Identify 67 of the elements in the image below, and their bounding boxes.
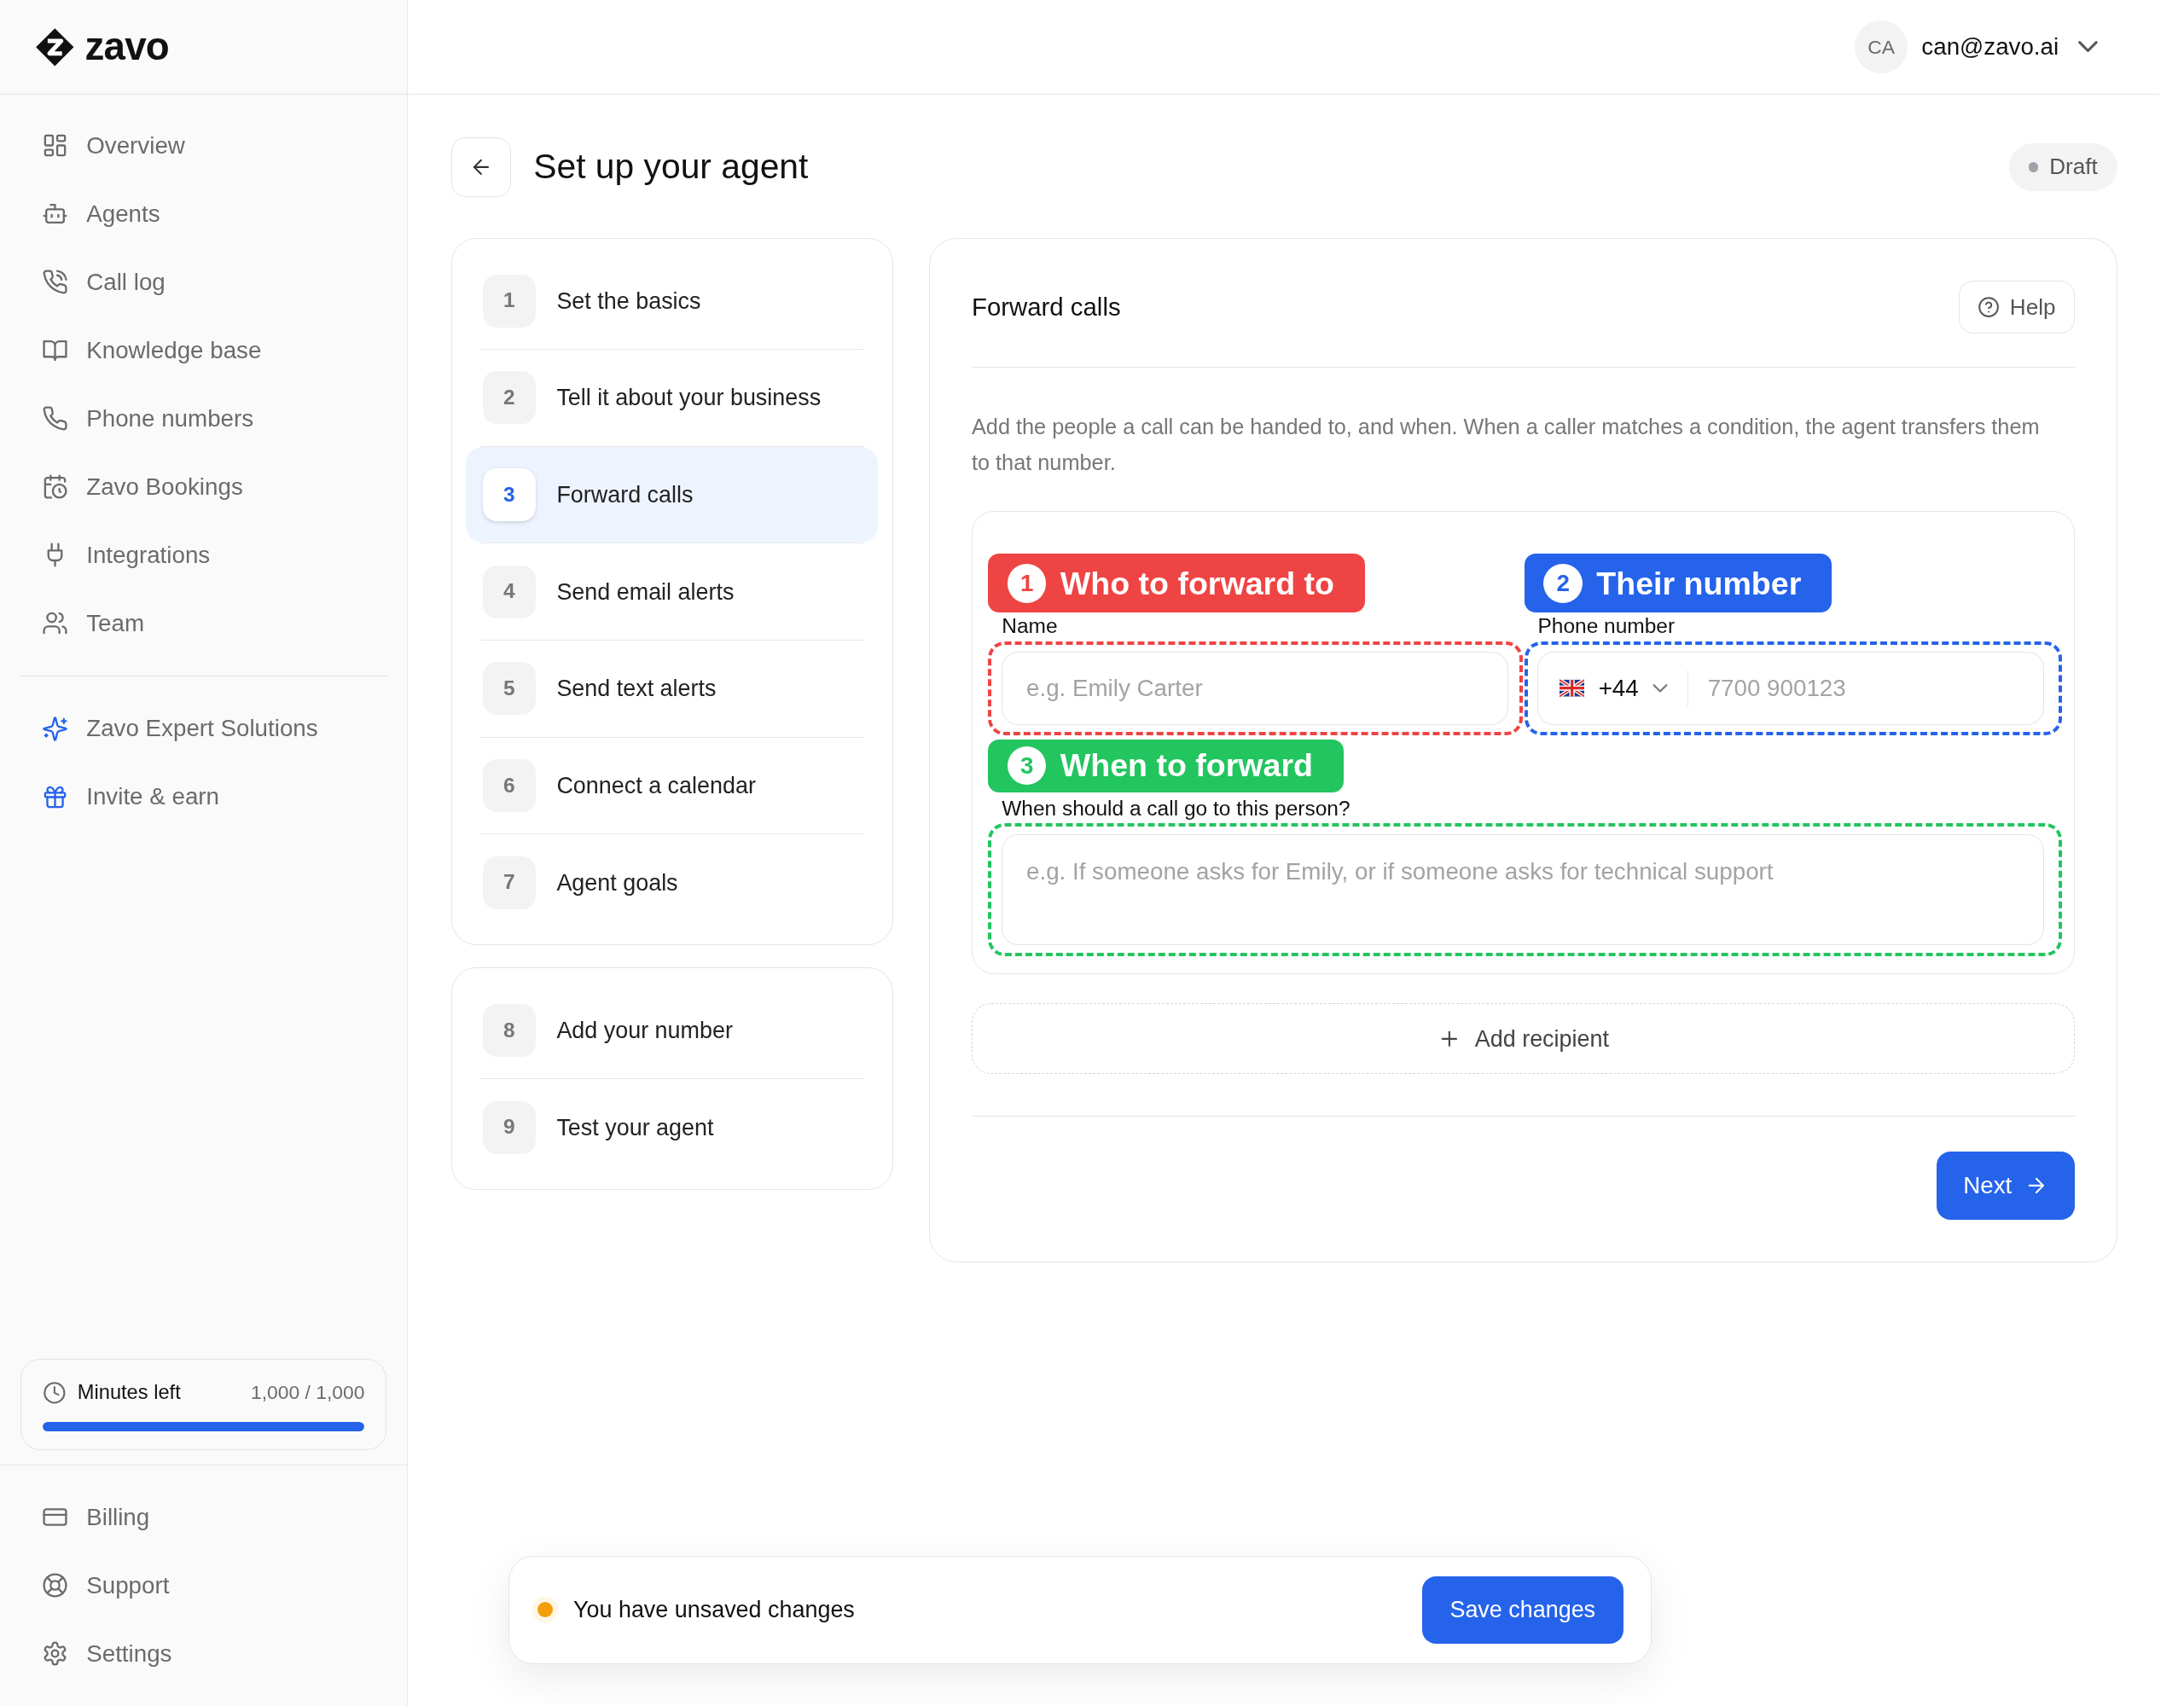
nav-item[interactable]: Overview bbox=[0, 111, 408, 180]
phone-call-icon bbox=[41, 269, 68, 296]
field-label: Phone number bbox=[1537, 615, 1676, 638]
callout-text: Their number bbox=[1596, 564, 1802, 603]
chevron-down-icon bbox=[2078, 41, 2098, 53]
step-item[interactable]: 9 Test your agent bbox=[466, 1079, 879, 1176]
callout-number: 1 bbox=[1007, 563, 1047, 603]
step-item[interactable]: 5 Send text alerts bbox=[466, 641, 879, 737]
step-item[interactable]: 4 Send email alerts bbox=[466, 543, 879, 641]
nav-item[interactable]: Integrations bbox=[0, 520, 408, 589]
unsaved-message: You have unsaved changes bbox=[573, 1596, 856, 1625]
nav-item[interactable]: Team bbox=[0, 589, 408, 658]
panel-title: Forward calls bbox=[971, 292, 1121, 323]
next-button[interactable]: Next bbox=[1937, 1152, 2075, 1221]
nav-item[interactable]: Zavo Expert Solutions bbox=[0, 694, 408, 763]
phone-input-field[interactable]: +44 7700 900123 bbox=[1537, 651, 2045, 726]
usage-reading: 1,000 / 1,000 bbox=[251, 1380, 365, 1406]
step-number: 3 bbox=[482, 468, 536, 522]
country-code-select[interactable]: +44 bbox=[1559, 670, 1688, 707]
step-item[interactable]: 3 Forward calls bbox=[466, 446, 879, 543]
nav-item[interactable]: Zavo Bookings bbox=[0, 452, 408, 521]
page-title: Set up your agent bbox=[533, 146, 810, 189]
name-input-field[interactable]: e.g. Emily Carter bbox=[1002, 651, 1509, 726]
brand-name: zavo bbox=[84, 27, 169, 67]
step-item[interactable]: 1 Set the basics bbox=[466, 252, 879, 350]
nav-item[interactable]: Call log bbox=[0, 247, 408, 316]
field-label: When should a call go to this person? bbox=[1002, 798, 1351, 821]
nav-item[interactable]: Support bbox=[0, 1551, 408, 1620]
step-item[interactable]: 2 Tell it about your business bbox=[466, 350, 879, 446]
sparkles-icon bbox=[41, 715, 68, 742]
step-number: 7 bbox=[482, 856, 536, 909]
step-item[interactable]: 6 Connect a calendar bbox=[466, 737, 879, 834]
clock-icon bbox=[42, 1380, 67, 1405]
status-badge: Draft bbox=[2008, 143, 2117, 191]
user-email: can@zavo.ai bbox=[1921, 32, 2059, 62]
nav-item[interactable]: Invite & earn bbox=[0, 763, 408, 832]
back-button[interactable] bbox=[451, 136, 512, 197]
callout-number: 2 bbox=[1543, 563, 1583, 603]
nav-item[interactable]: Phone numbers bbox=[0, 384, 408, 453]
step-number: 6 bbox=[482, 759, 536, 813]
nav-item[interactable]: Settings bbox=[0, 1619, 408, 1688]
step-number: 4 bbox=[482, 565, 536, 618]
step-number: 2 bbox=[482, 371, 536, 425]
lifebuoy-icon bbox=[41, 1572, 68, 1599]
save-changes-button[interactable]: Save changes bbox=[1421, 1576, 1623, 1644]
panel-description: Add the people a call can be handed to, and when. When a caller matches a condition, the agent transfers them to that number. bbox=[971, 413, 2041, 477]
nav-item[interactable]: Billing bbox=[0, 1483, 408, 1552]
nav-item[interactable]: Knowledge base bbox=[0, 316, 408, 385]
step-number: 9 bbox=[482, 1100, 536, 1154]
field-label: Name bbox=[1002, 615, 1059, 638]
step-item[interactable]: 8 Add your number bbox=[466, 982, 879, 1079]
step-number: 5 bbox=[482, 662, 536, 716]
help-button[interactable]: Help bbox=[1959, 281, 2075, 334]
callout-number: 3 bbox=[1007, 746, 1047, 786]
phone-icon bbox=[41, 405, 68, 432]
step-item[interactable]: 7 Agent goals bbox=[466, 834, 879, 931]
condition-textarea-field[interactable]: e.g. If someone asks for Emily, or if someone asks for technical support bbox=[1002, 833, 2045, 946]
nav-item[interactable]: Agents bbox=[0, 179, 408, 248]
callout-text: Who to forward to bbox=[1060, 564, 1334, 603]
step-number: 8 bbox=[482, 1004, 536, 1058]
step-number: 1 bbox=[482, 274, 536, 328]
help-icon bbox=[1978, 296, 2001, 319]
avatar: CA bbox=[1855, 20, 1908, 73]
chevron-down-icon bbox=[1653, 684, 1668, 693]
callout-text: When to forward bbox=[1060, 746, 1313, 786]
usage-label: Minutes left bbox=[77, 1379, 182, 1405]
add-recipient-button[interactable]: Add recipient bbox=[971, 1003, 2075, 1075]
